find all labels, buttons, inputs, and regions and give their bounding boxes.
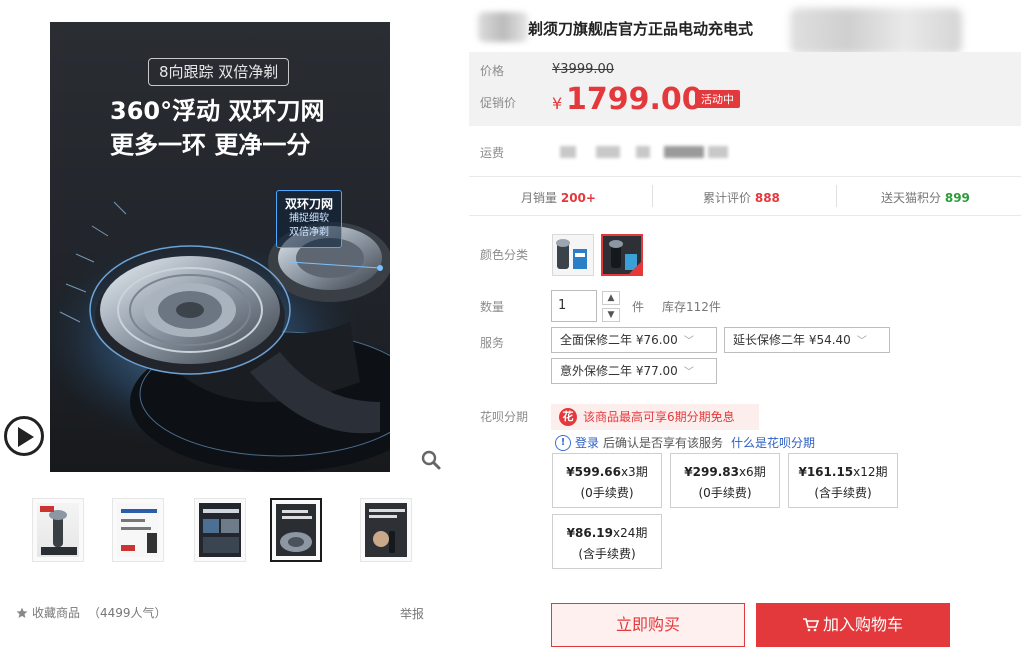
favorite-count: （4499人气） [88, 606, 167, 620]
thumbnail-1[interactable] [32, 498, 84, 562]
play-video-icon[interactable] [4, 416, 44, 456]
quantity-increase-icon[interactable]: ▲ [602, 291, 620, 305]
installment-plan-12[interactable]: ¥161.15x12期 (含手续费) [788, 453, 898, 508]
chevron-down-icon: ﹀ [683, 367, 694, 378]
thumbnail-4-selected[interactable] [270, 498, 322, 562]
color-label: 颜色分类 [480, 248, 529, 262]
huabei-label: 花呗分期 [480, 410, 529, 424]
promo-price-label: 促销价 [480, 96, 517, 110]
headline-line-2: 更多一环 更净一分 [110, 131, 311, 159]
report-link[interactable]: 举报 [400, 605, 424, 622]
thumbnail-5[interactable] [360, 498, 412, 562]
badge-title: 双环刀网 [284, 197, 333, 211]
promo-price-value: 1799.00 [566, 82, 703, 117]
service-option-accident-warranty[interactable]: 意外保修二年 ¥77.00 ﹀ [551, 358, 717, 384]
redacted-blur [790, 8, 962, 54]
color-swatch-1[interactable] [552, 234, 594, 276]
monthly-sales: 月销量 200+ [521, 191, 596, 205]
chevron-down-icon: ﹀ [683, 336, 694, 347]
favorite-row[interactable]: 收藏商品 （4499人气） [16, 604, 167, 621]
thumbnail-strip [30, 498, 420, 564]
currency-symbol: ¥ [552, 94, 563, 113]
redacted-blur [560, 146, 576, 158]
redacted-blur [596, 146, 620, 158]
list-price-label: 价格 [480, 64, 505, 78]
headline-line-1: 360°浮动 双环刀网 [110, 97, 325, 125]
installment-plan-24[interactable]: ¥86.19x24期 (含手续费) [552, 514, 662, 569]
huabei-confirm-text: 后确认是否享有该服务 [603, 436, 724, 450]
quantity-label: 数量 [480, 300, 505, 314]
cart-icon [802, 618, 820, 632]
buy-now-button[interactable]: 立即购买 [551, 603, 745, 647]
badge-line: 捕捉细软 [289, 213, 329, 224]
installment-plan-6[interactable]: ¥299.83x6期 (0手续费) [670, 453, 780, 508]
list-price-value: ¥3999.00 [552, 62, 615, 77]
thumbnail-2[interactable] [112, 498, 164, 562]
thumbnail-3[interactable] [194, 498, 246, 562]
total-reviews[interactable]: 累计评价 888 [703, 189, 780, 206]
stats-bar: 月销量 200+ 累计评价 888 送天猫积分 899 [469, 176, 1021, 216]
badge-line: 双倍净剃 [289, 227, 329, 238]
star-icon [16, 607, 28, 618]
selected-check-icon [629, 262, 641, 274]
what-is-huabei-link[interactable]: 什么是花呗分期 [731, 434, 815, 451]
service-option-extended-warranty[interactable]: 延长保修二年 ¥54.40 ﹀ [724, 327, 890, 353]
shipping-label: 运费 [480, 146, 505, 160]
login-link[interactable]: 登录 [575, 434, 599, 451]
divider [652, 185, 653, 207]
service-label: 服务 [480, 336, 505, 350]
promo-status-badge: 活动中 [695, 90, 740, 108]
quantity-decrease-icon[interactable]: ▼ [602, 308, 620, 322]
quantity-input[interactable]: 1 [551, 290, 597, 322]
redacted-blur [708, 146, 728, 158]
installment-plan-3[interactable]: ¥599.66x3期 (0手续费) [552, 453, 662, 508]
info-icon: ! [555, 434, 571, 451]
product-title: 剃须刀旗舰店官方正品电动充电式 [528, 20, 754, 38]
feature-badge: 双环刀网 捕捉细软 双倍净剃 [276, 190, 342, 248]
chevron-down-icon: ﹀ [856, 336, 867, 347]
huabei-login-row: ! 登录 后确认是否享有该服务 什么是花呗分期 [555, 434, 815, 451]
divider [836, 185, 837, 207]
product-gallery: 8向跟踪 双倍净剃 360°浮动 双环刀网 更多一环 更净一分 双环刀网 捕捉细… [0, 0, 448, 472]
service-option-full-warranty[interactable]: 全面保修二年 ¥76.00 ﹀ [551, 327, 717, 353]
tmall-points: 送天猫积分 899 [881, 191, 970, 205]
feature-tag: 8向跟踪 双倍净剃 [148, 58, 290, 86]
stock-count: 库存112件 [662, 300, 721, 314]
zoom-search-icon[interactable] [420, 449, 442, 471]
quantity-unit: 件 [632, 300, 645, 314]
huabei-interest-free-banner: 花 该商品最高可享6期分期免息 [551, 404, 759, 430]
add-to-cart-button[interactable]: 加入购物车 [756, 603, 950, 647]
redacted-blur [664, 146, 704, 158]
color-swatch-2-selected[interactable] [601, 234, 643, 276]
huabei-logo-icon: 花 [559, 408, 577, 426]
main-product-image[interactable]: 8向跟踪 双倍净剃 360°浮动 双环刀网 更多一环 更净一分 双环刀网 捕捉细… [50, 22, 390, 472]
favorite-label: 收藏商品 [32, 606, 81, 620]
redacted-blur [478, 12, 528, 42]
redacted-blur [636, 146, 650, 158]
